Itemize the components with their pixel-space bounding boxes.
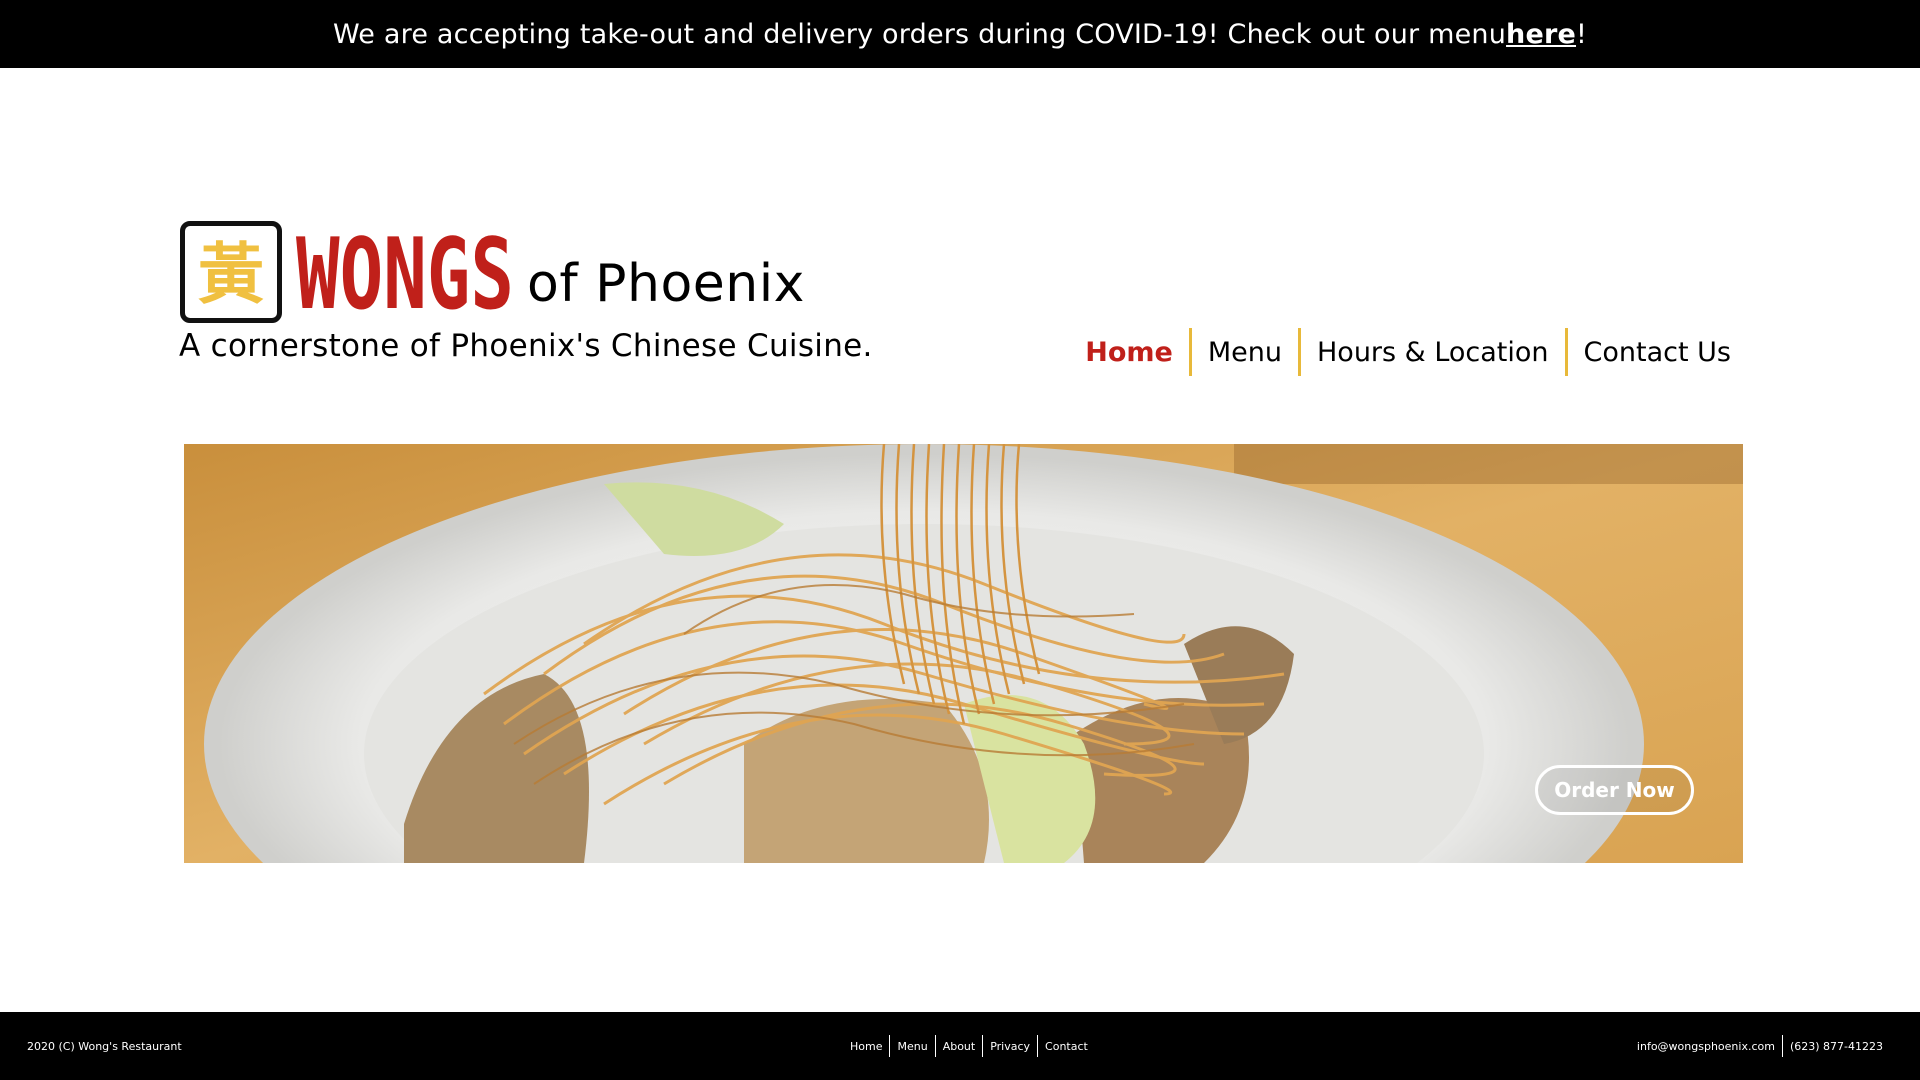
nav-item-hours-location[interactable]: Hours & Location [1301,328,1565,376]
footer-phone[interactable]: (623) 877-41223 [1783,1040,1890,1053]
footer-copyright: 2020 (C) Wong's Restaurant [27,1040,182,1053]
nav-item-menu[interactable]: Menu [1192,328,1298,376]
hero-image [184,444,1743,863]
logo-glyph: 黃 [198,236,264,313]
footer-link-menu[interactable]: Menu [890,1040,934,1053]
nav-item-home[interactable]: Home [1069,328,1189,376]
footer-email[interactable]: info@wongsphoenix.com [1630,1040,1782,1053]
brand-name[interactable]: WONGS [296,222,516,316]
footer-link-about[interactable]: About [936,1040,983,1053]
announcement-text: We are accepting take-out and delivery o… [332,18,1507,50]
footer-link-privacy[interactable]: Privacy [983,1040,1037,1053]
footer-links: Home Menu About Privacy Contact [843,1034,1095,1058]
footer-link-home[interactable]: Home [843,1040,889,1053]
announcement-bar: We are accepting take-out and delivery o… [0,0,1920,68]
footer-link-contact[interactable]: Contact [1038,1040,1095,1053]
logo-icon[interactable]: 黃 [180,221,282,323]
nav-item-contact[interactable]: Contact Us [1568,328,1747,376]
menu-link[interactable]: here [1506,19,1576,50]
footer: 2020 (C) Wong's Restaurant Home Menu Abo… [0,1012,1920,1080]
order-now-button[interactable]: Order Now [1535,765,1694,815]
main-nav: Home Menu Hours & Location Contact Us [1069,328,1747,376]
footer-contact: info@wongsphoenix.com (623) 877-41223 [1630,1034,1890,1058]
brand-name-text: WONGS [296,222,514,316]
brand-suffix: of Phoenix [527,254,805,314]
announcement-text-end: ! [1576,18,1588,50]
tagline: A cornerstone of Phoenix's Chinese Cuisi… [179,328,873,364]
